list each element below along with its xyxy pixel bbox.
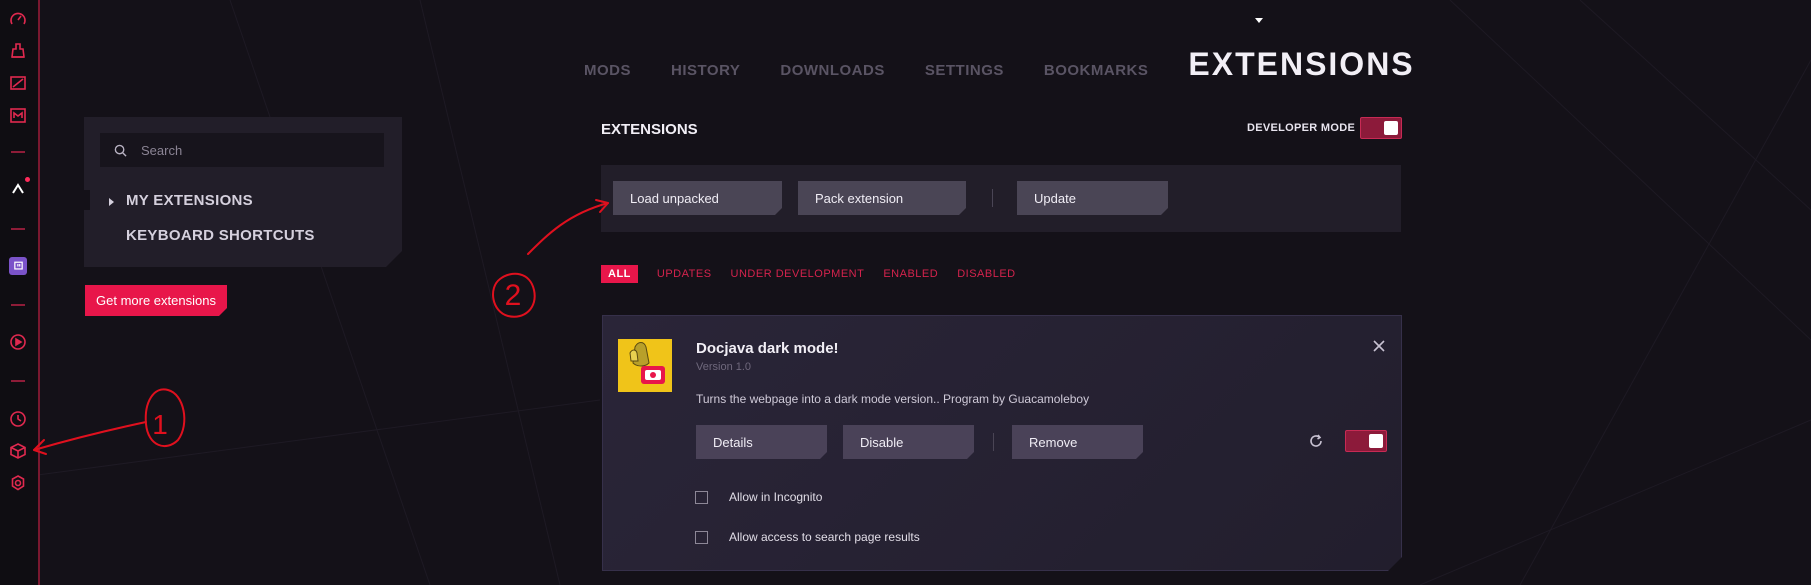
update-button[interactable]: Update [1017, 181, 1168, 215]
close-icon[interactable] [1371, 338, 1387, 354]
left-rail [0, 0, 40, 585]
speed-dial-icon[interactable] [7, 8, 29, 30]
annotation-label-1: 1 [152, 409, 168, 440]
load-unpacked-button[interactable]: Load unpacked [613, 181, 782, 215]
extension-description: Turns the webpage into a dark mode versi… [696, 392, 1090, 406]
reload-icon[interactable] [1308, 433, 1324, 449]
allow-search-access-checkbox[interactable] [695, 531, 708, 544]
filter-updates[interactable]: UPDATES [657, 268, 712, 280]
nav-settings[interactable]: SETTINGS [925, 62, 1004, 79]
notification-dot [25, 177, 30, 182]
nav-downloads[interactable]: DOWNLOADS [780, 62, 885, 79]
extension-enable-toggle[interactable] [1345, 430, 1387, 452]
rail-divider [11, 228, 25, 230]
developer-mode-toggle[interactable] [1360, 117, 1402, 139]
filter-under-development[interactable]: UNDER DEVELOPMENT [731, 268, 865, 280]
mods-icon[interactable] [7, 104, 29, 126]
details-button[interactable]: Details [696, 425, 827, 459]
page-title: EXTENSIONS [601, 121, 698, 138]
annotation-circle-1 [144, 388, 186, 448]
rail-divider [11, 304, 25, 306]
extension-card: Docjava dark mode! Version 1.0 Turns the… [602, 315, 1402, 571]
extensions-cube-icon[interactable] [7, 440, 29, 462]
allow-incognito-checkbox[interactable] [695, 491, 708, 504]
search-input[interactable] [139, 142, 383, 159]
filter-disabled[interactable]: DISABLED [957, 268, 1015, 280]
search-icon [114, 144, 127, 157]
filter-enabled[interactable]: ENABLED [883, 268, 938, 280]
allow-incognito-label: Allow in Incognito [729, 490, 823, 504]
allow-search-access-label: Allow access to search page results [729, 530, 920, 544]
search-access-option: Allow access to search page results [695, 530, 920, 544]
top-nav: MODS HISTORY DOWNLOADS SETTINGS BOOKMARK… [584, 46, 1415, 83]
rail-divider [11, 380, 25, 382]
settings-gear-icon[interactable] [7, 472, 29, 494]
incognito-option: Allow in Incognito [695, 490, 822, 504]
panel-notch [84, 190, 90, 210]
extensions-sidebar: MY EXTENSIONS KEYBOARD SHORTCUTS [84, 117, 402, 267]
extension-version: Version 1.0 [696, 361, 752, 373]
twitch-icon[interactable] [7, 255, 29, 277]
toolbar-divider [992, 189, 993, 207]
annotation-arrow-1 [33, 421, 147, 451]
cleaner-icon[interactable] [7, 40, 29, 62]
player-icon[interactable] [7, 331, 29, 353]
pack-extension-button[interactable]: Pack extension [798, 181, 966, 215]
sidebar-item-my-extensions[interactable]: MY EXTENSIONS [126, 192, 253, 209]
remove-button[interactable]: Remove [1012, 425, 1143, 459]
sidebar-item-keyboard-shortcuts[interactable]: KEYBOARD SHORTCUTS [126, 227, 315, 244]
get-more-extensions-button[interactable]: Get more extensions [85, 285, 227, 316]
extension-name: Docjava dark mode! [696, 340, 839, 357]
filter-all[interactable]: ALL [601, 265, 638, 283]
filter-tabs: ALL UPDATES UNDER DEVELOPMENT ENABLED DI… [601, 265, 1035, 283]
extension-icon [618, 339, 672, 392]
rail-divider [11, 151, 25, 153]
developer-toolbar: Load unpacked Pack extension Update [601, 165, 1401, 232]
nav-bookmarks[interactable]: BOOKMARKS [1044, 62, 1149, 79]
dropdown-caret-icon[interactable] [1255, 18, 1263, 23]
nav-extensions-active[interactable]: EXTENSIONS [1188, 46, 1414, 83]
wallpaper-icon[interactable] [7, 72, 29, 94]
caret-right-icon [109, 198, 114, 206]
nav-history[interactable]: HISTORY [671, 62, 740, 79]
search-box[interactable] [100, 133, 384, 167]
annotation-circle-2 [492, 272, 536, 318]
disable-button[interactable]: Disable [843, 425, 974, 459]
card-divider [993, 433, 994, 451]
annotation-label-2: 2 [505, 279, 522, 312]
developer-mode-label: DEVELOPER MODE [1247, 122, 1356, 134]
history-icon[interactable] [7, 408, 29, 430]
nav-mods[interactable]: MODS [584, 62, 631, 79]
annotation-arrow-2 [527, 202, 609, 255]
